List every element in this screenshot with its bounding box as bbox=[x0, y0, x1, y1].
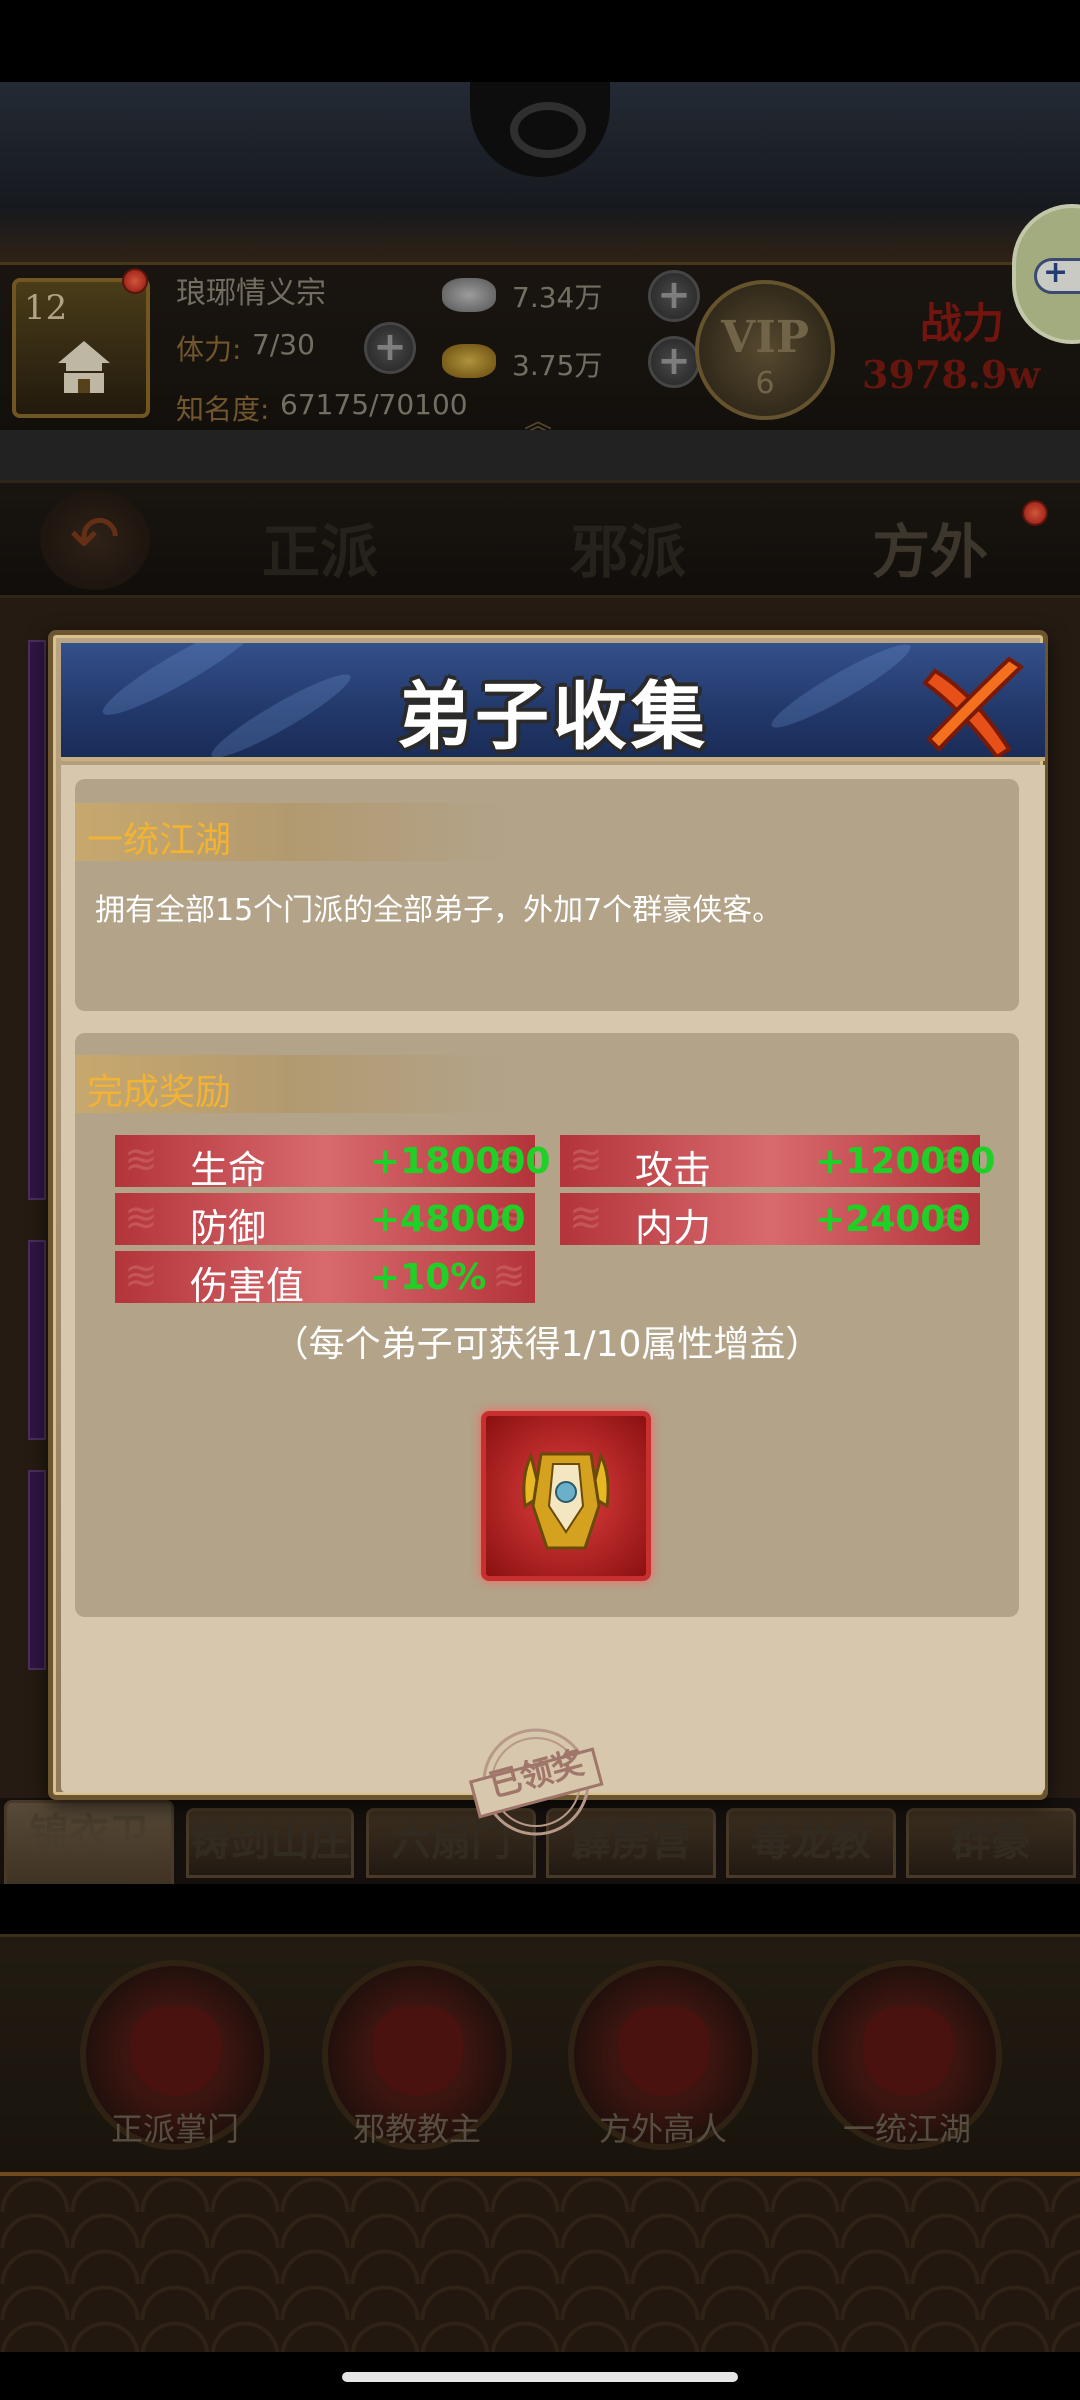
bonus-note: （每个弟子可获得1/10属性增益） bbox=[272, 1324, 822, 1365]
disciple-collection-dialog: 弟子收集 一统江湖 拥有全部15个门派的全部弟子，外加7个群豪侠客。 完成奖励 … bbox=[48, 630, 1048, 1836]
reward-panel: 完成奖励 ≋ ≋ 生命 +180000 ≋ ≋ 攻击 +120000 ≋ ≋ 防… bbox=[75, 1033, 1019, 1617]
attribute-value: +24000 bbox=[815, 1199, 971, 1240]
attribute-name: 内力 bbox=[635, 1206, 712, 1250]
dialog-title: 弟子收集 bbox=[397, 674, 709, 760]
system-nav-bar bbox=[0, 2352, 1080, 2400]
achievement-title: 一统江湖 bbox=[87, 820, 232, 861]
claimed-stamp: 已领奖 bbox=[461, 1727, 611, 1837]
attribute-value: +180000 bbox=[370, 1141, 551, 1182]
swirl-icon: ≋ bbox=[569, 1195, 603, 1241]
dialog-body: 一统江湖 拥有全部15个门派的全部弟子，外加7个群豪侠客。 完成奖励 ≋ ≋ 生… bbox=[61, 765, 1045, 1836]
close-icon[interactable] bbox=[913, 653, 1033, 761]
swirl-icon: ≋ bbox=[492, 1253, 526, 1299]
attribute-damage: ≋ ≋ 伤害值 +10% bbox=[115, 1251, 535, 1308]
swirl-icon: ≋ bbox=[124, 1195, 158, 1241]
attribute-inner-power: ≋ ≋ 内力 +24000 bbox=[560, 1193, 980, 1250]
attribute-value: +48000 bbox=[370, 1199, 526, 1240]
reward-armor-item[interactable] bbox=[481, 1411, 651, 1581]
dialog-header: 弟子收集 bbox=[61, 643, 1045, 761]
reward-title: 完成奖励 bbox=[87, 1072, 232, 1113]
attribute-life: ≋ ≋ 生命 +180000 bbox=[115, 1135, 550, 1192]
attribute-name: 生命 bbox=[190, 1148, 267, 1192]
attribute-value: +120000 bbox=[815, 1141, 996, 1182]
attribute-attack: ≋ ≋ 攻击 +120000 bbox=[560, 1135, 995, 1192]
attribute-defense: ≋ ≋ 防御 +48000 bbox=[115, 1193, 535, 1250]
swirl-icon: ≋ bbox=[569, 1137, 603, 1183]
reward-heading: 完成奖励 bbox=[75, 1055, 505, 1113]
status-bar bbox=[0, 0, 1080, 82]
attribute-name: 攻击 bbox=[635, 1148, 712, 1192]
achievement-panel: 一统江湖 拥有全部15个门派的全部弟子，外加7个群豪侠客。 bbox=[75, 779, 1019, 1011]
attribute-name: 伤害值 bbox=[190, 1264, 305, 1308]
attribute-value: +10% bbox=[370, 1257, 487, 1298]
achievement-heading: 一统江湖 bbox=[75, 803, 505, 861]
achievement-description: 拥有全部15个门派的全部弟子，外加7个群豪侠客。 bbox=[95, 893, 783, 928]
attribute-name: 防御 bbox=[190, 1206, 267, 1250]
swirl-icon: ≋ bbox=[124, 1253, 158, 1299]
swirl-icon: ≋ bbox=[124, 1137, 158, 1183]
golden-armor-icon bbox=[522, 1451, 610, 1550]
home-indicator[interactable] bbox=[342, 2372, 738, 2382]
